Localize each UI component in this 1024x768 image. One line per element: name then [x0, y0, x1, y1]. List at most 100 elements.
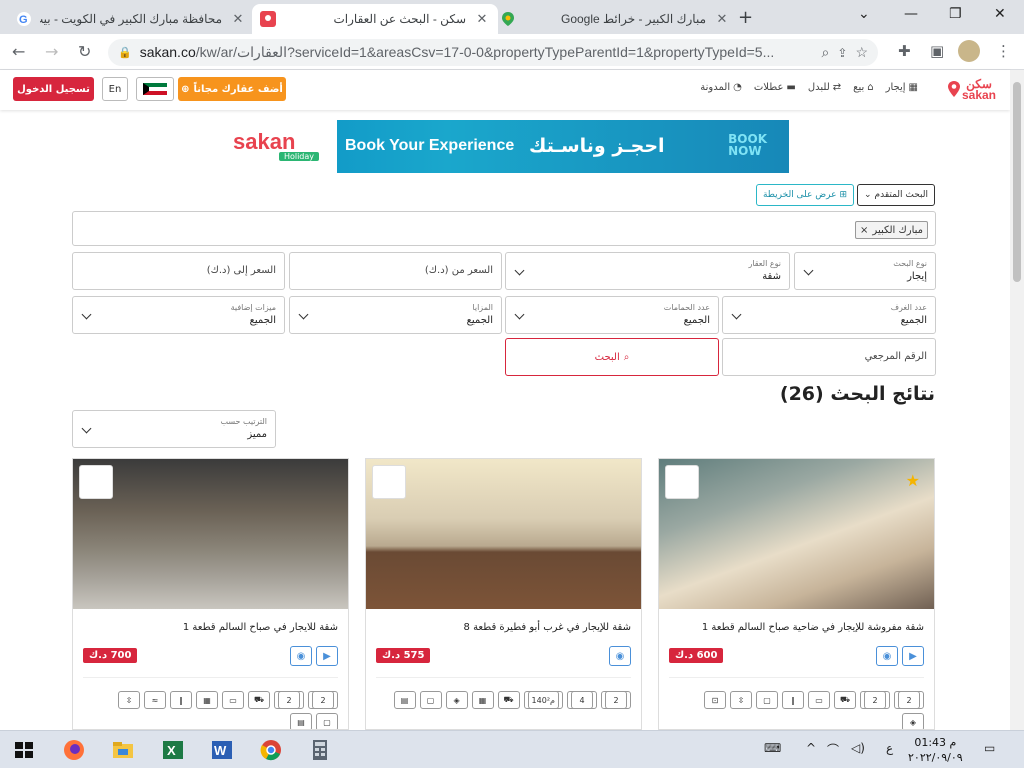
- zoom-search-icon[interactable]: ⌕: [822, 44, 830, 61]
- address-bar[interactable]: 🔒 sakan.co/kw/ar/العقارات?serviceId=1&ar…: [108, 39, 878, 66]
- advanced-search-dropdown[interactable]: البحث المتقدم ⌄: [857, 184, 935, 206]
- price-to-input[interactable]: السعر إلى (د.ك): [72, 252, 285, 290]
- minimize-button[interactable]: —: [904, 6, 918, 22]
- keyboard-icon[interactable]: ⌨: [764, 741, 781, 755]
- extras-select[interactable]: ميزات إضافية الجميع: [72, 296, 285, 334]
- video-icon[interactable]: ▶: [902, 646, 924, 666]
- share-icon[interactable]: ⇪: [837, 46, 847, 60]
- close-window-button[interactable]: ✕: [994, 6, 1006, 22]
- nav-holidays[interactable]: ▬ عطلات: [754, 82, 796, 93]
- calculator-icon[interactable]: [308, 739, 332, 761]
- chrome-icon[interactable]: [259, 739, 283, 761]
- excel-icon[interactable]: X: [161, 739, 185, 761]
- featured-star-icon: ★: [905, 471, 920, 490]
- divider: [669, 677, 924, 678]
- area-chip[interactable]: مبارك الكبير ×: [855, 221, 928, 239]
- reference-number-input[interactable]: الرقم المرجعي: [722, 338, 936, 376]
- side-panel-icon[interactable]: ▣: [930, 42, 944, 60]
- sort-select[interactable]: الترتيب حسب مميز: [72, 410, 276, 448]
- menu-kebab-icon[interactable]: ⋮: [996, 42, 1011, 60]
- volume-icon[interactable]: ◁): [851, 741, 865, 755]
- agency-logo: [79, 465, 113, 499]
- maps-icon: [502, 12, 514, 26]
- tab-search-icon[interactable]: ⌄: [858, 6, 870, 22]
- holiday-banner[interactable]: sakan Holiday Book Your Experience احجـز…: [219, 120, 789, 173]
- nav-blog[interactable]: ◔ المدونة: [700, 82, 742, 93]
- show-hidden-icons-icon[interactable]: ^: [806, 741, 816, 755]
- property-title[interactable]: شقة للايجار في صباح السالم قطعة 1: [183, 622, 338, 633]
- camera-icon[interactable]: ◉: [609, 646, 631, 666]
- firefox-icon[interactable]: [62, 739, 86, 761]
- property-card[interactable]: ★ شقة مفروشة للإيجار في ضاحية صباح السال…: [658, 458, 935, 730]
- bathrooms-icon: 2: [860, 691, 890, 709]
- bathrooms-icon: 4: [567, 691, 597, 709]
- video-icon[interactable]: ▶: [316, 646, 338, 666]
- browser-toolbar: ← → ↻ 🔒 sakan.co/kw/ar/العقارات?serviceI…: [0, 34, 1024, 70]
- nav-sale[interactable]: ⌂ بيع: [853, 82, 873, 93]
- profile-avatar[interactable]: [958, 40, 980, 62]
- property-image[interactable]: [366, 459, 641, 609]
- banner-cta: BOOK NOW: [728, 132, 767, 158]
- windows-start-icon[interactable]: [12, 739, 36, 761]
- bed-icon: ▬: [786, 82, 796, 93]
- forward-arrow-icon[interactable]: →: [45, 42, 58, 61]
- nav-exchange[interactable]: ⇄ للبدل: [808, 82, 841, 93]
- price-badge: 700 د.ك: [83, 648, 138, 663]
- tab-google-maps[interactable]: مبارك الكبير - خرائط Google ✕: [492, 4, 738, 34]
- baths-select[interactable]: عدد الحمامات الجميع: [505, 296, 719, 334]
- price-from-input[interactable]: السعر من (د.ك): [289, 252, 502, 290]
- reload-icon[interactable]: ↻: [78, 42, 91, 61]
- tab-kuwait[interactable]: G محافظة مبارك الكبير في الكويت - بيت ✕: [8, 4, 254, 34]
- search-button[interactable]: ⌕ البحث: [505, 338, 719, 376]
- chevron-down-icon: [514, 265, 525, 276]
- map-view-button[interactable]: ⊞ عرض على الخريطة: [756, 184, 854, 206]
- tab-sakan[interactable]: سكن - البحث عن العقارات ✕: [252, 4, 498, 34]
- area-tag-input[interactable]: مبارك الكبير ×: [72, 211, 936, 246]
- chevron-down-icon: ⌄: [863, 190, 872, 200]
- location-pin-icon: [948, 81, 960, 97]
- extensions-puzzle-icon[interactable]: ✚: [898, 42, 911, 60]
- property-type-select[interactable]: نوع العقار شقة: [505, 252, 790, 290]
- close-tab-icon[interactable]: ✕: [230, 11, 246, 27]
- feature-icons: 2 4 140م² ⛟ ▦ ◈ ▢ ▤: [391, 691, 631, 709]
- notifications-icon[interactable]: ▭: [984, 741, 995, 755]
- rss-icon: ◔: [733, 82, 742, 93]
- google-icon: G: [17, 12, 31, 26]
- sakan-logo[interactable]: سكن sakan: [948, 78, 996, 101]
- back-arrow-icon[interactable]: ←: [12, 42, 25, 61]
- camera-icon[interactable]: ◉: [876, 646, 898, 666]
- property-card[interactable]: شقة للإيجار في غرب أبو فطيرة قطعة 8 575 …: [365, 458, 642, 730]
- close-tab-icon[interactable]: ✕: [474, 11, 490, 27]
- input-language[interactable]: ع: [886, 741, 893, 755]
- kuwait-flag-button[interactable]: [136, 77, 174, 101]
- file-explorer-icon[interactable]: [111, 739, 135, 761]
- bookmark-star-icon[interactable]: ☆: [855, 44, 868, 61]
- search-type-select[interactable]: نوع البحث إيجار: [794, 252, 936, 290]
- add-property-button[interactable]: ⊕ أضف عقارك مجاناً: [178, 77, 286, 101]
- restore-button[interactable]: ❐: [949, 6, 962, 22]
- property-card[interactable]: شقة للايجار في صباح السالم قطعة 1 700 د.…: [72, 458, 349, 730]
- property-title[interactable]: شقة للإيجار في غرب أبو فطيرة قطعة 8: [464, 622, 631, 633]
- building-icon: ▦: [196, 691, 218, 709]
- property-image[interactable]: [73, 459, 348, 609]
- nav-rent[interactable]: ▦ إيجار: [886, 82, 918, 93]
- parking-icon: ⛟: [834, 691, 856, 709]
- parking-icon: ⛟: [248, 691, 270, 709]
- camera-icon[interactable]: ◉: [290, 646, 312, 666]
- remove-chip-icon[interactable]: ×: [860, 225, 868, 236]
- amenities-select[interactable]: المزايا الجميع: [289, 296, 502, 334]
- close-tab-icon[interactable]: ✕: [714, 11, 730, 27]
- clock[interactable]: 01:43 م ٢٠٢٢/٠٩/٠٩: [908, 735, 963, 765]
- new-tab-button[interactable]: +: [738, 7, 753, 28]
- language-en-button[interactable]: En: [102, 77, 128, 101]
- browser-tabbar: G محافظة مبارك الكبير في الكويت - بيت ✕ …: [0, 0, 1024, 34]
- media-buttons: ◉ ▶: [876, 646, 924, 666]
- rooms-select[interactable]: عدد الغرف الجميع: [722, 296, 936, 334]
- network-icon[interactable]: ⌒: [827, 741, 839, 758]
- property-title[interactable]: شقة مفروشة للإيجار في ضاحية صباح السالم …: [702, 622, 924, 633]
- scrollbar-thumb[interactable]: [1013, 82, 1021, 282]
- login-button[interactable]: تسجيل الدخول: [13, 77, 94, 101]
- property-image[interactable]: [659, 459, 934, 609]
- word-icon[interactable]: W: [210, 739, 234, 761]
- divider: [83, 677, 338, 678]
